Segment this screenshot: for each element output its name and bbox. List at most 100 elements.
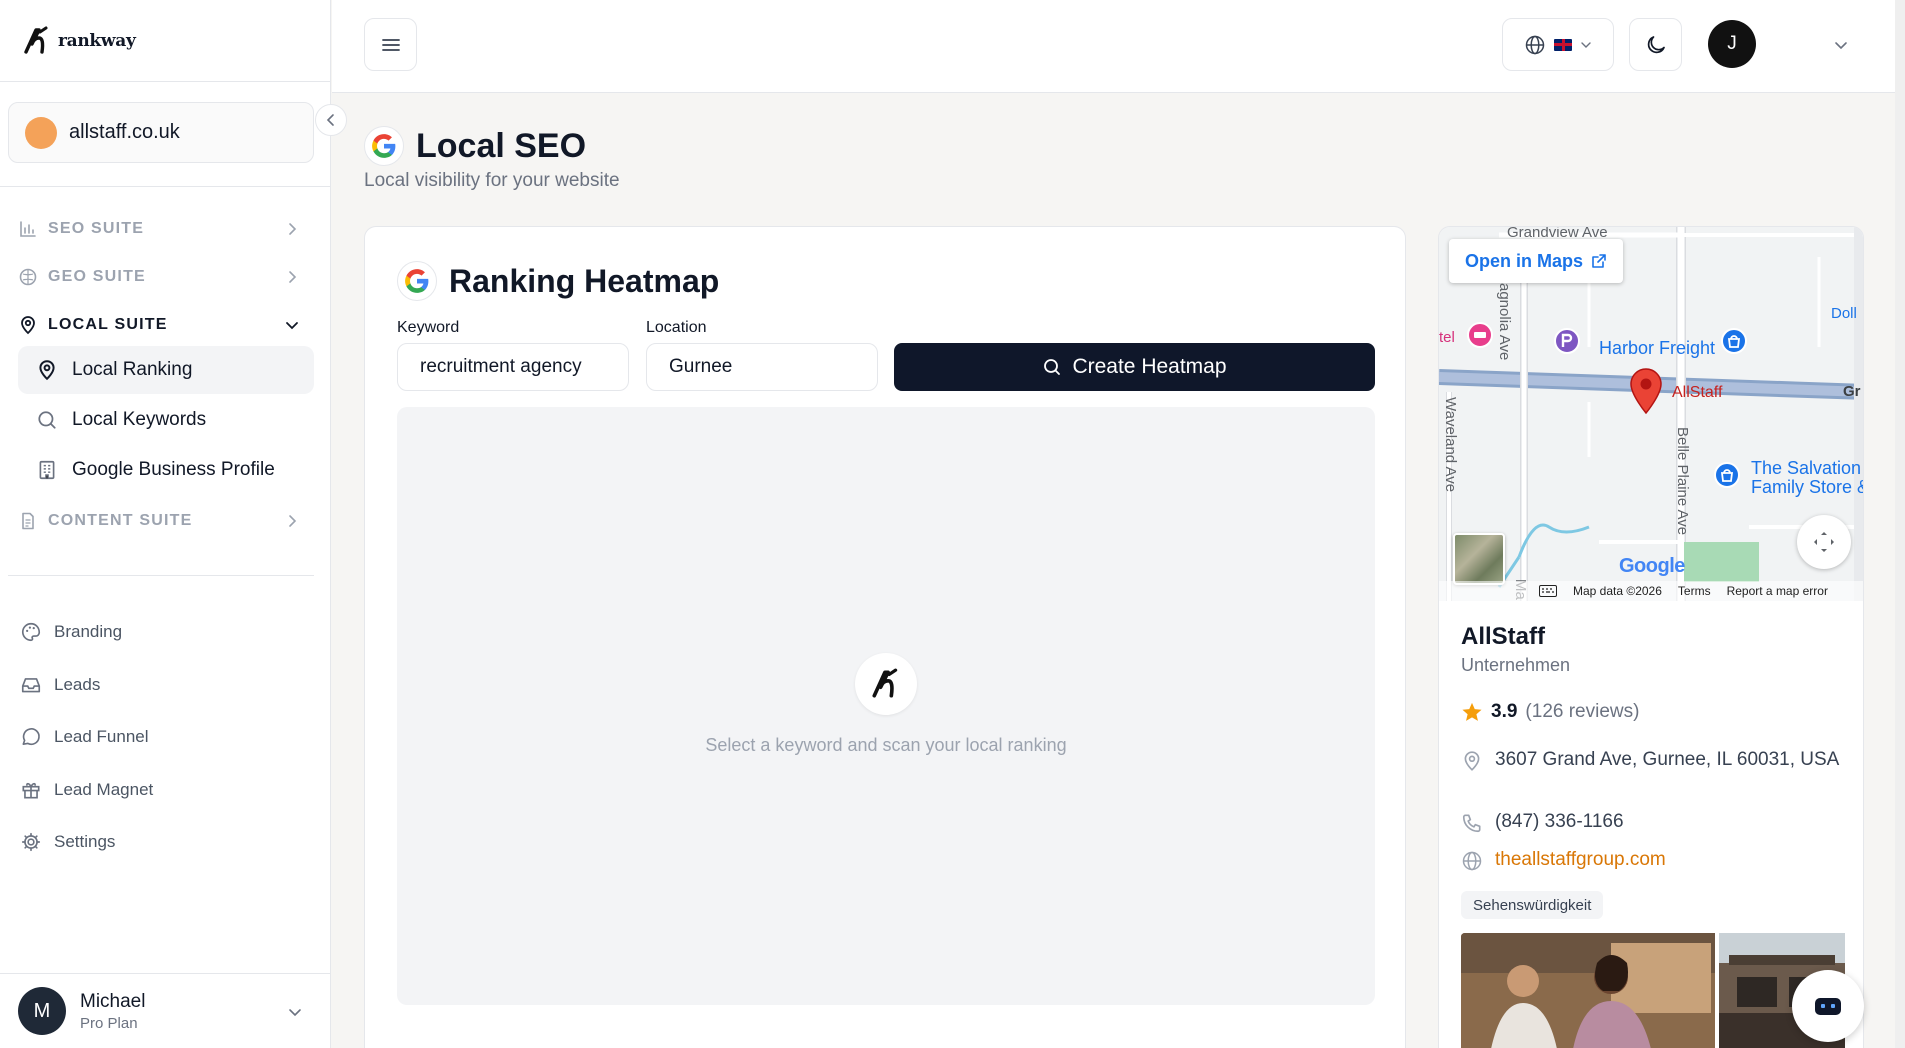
photo-people — [1461, 933, 1715, 1048]
nav-group-label: LOCAL SUITE — [48, 316, 168, 333]
globe-icon — [1525, 35, 1545, 54]
chat-widget-button[interactable] — [1792, 970, 1864, 1042]
keyboard-icon[interactable] — [1539, 585, 1557, 597]
empty-state-text: Select a keyword and scan your local ran… — [705, 735, 1067, 755]
map-street-label: tel — [1439, 329, 1455, 346]
divider — [0, 186, 331, 187]
shopping-pin-icon — [1714, 462, 1740, 488]
chevron-right-icon — [289, 271, 297, 283]
location-pin-icon — [1630, 368, 1662, 415]
search-icon — [38, 411, 56, 429]
google-icon — [364, 126, 404, 166]
card-title: Ranking Heatmap — [449, 262, 720, 299]
search-icon — [1044, 359, 1061, 375]
sidebar-item-label: Local Keywords — [72, 409, 207, 430]
collapse-sidebar-button[interactable] — [315, 104, 347, 136]
sidebar-item-local-keywords[interactable]: Local Keywords — [18, 396, 314, 444]
inbox-icon — [21, 678, 41, 693]
uk-flag-icon — [1554, 38, 1572, 51]
sidebar: rankway allstaff.co.uk SEO SUITE GEO SUI… — [0, 0, 331, 1048]
sidebar-item-label: Local Ranking — [72, 359, 193, 380]
nav-group-label: SEO SUITE — [48, 220, 145, 237]
menu-button[interactable] — [364, 18, 417, 71]
sidebar-item-label: Lead Magnet — [54, 780, 154, 799]
map-report-link[interactable]: Report a map error — [1727, 584, 1828, 598]
sidebar-item-branding[interactable]: Branding — [20, 617, 122, 647]
business-photo[interactable] — [1461, 933, 1715, 1048]
sidebar-item-google-business-profile[interactable]: Google Business Profile — [18, 446, 314, 494]
map-poi-label: Family Store & — [1751, 477, 1864, 497]
sidebar-item-lead-funnel[interactable]: Lead Funnel — [20, 722, 149, 752]
sidebar-item-leads[interactable]: Leads — [20, 670, 100, 700]
google-icon — [397, 261, 437, 301]
sidebar-item-label: Leads — [54, 675, 101, 694]
sidebar-item-lead-magnet[interactable]: Lead Magnet — [20, 775, 153, 805]
sidebar-item-settings[interactable]: Settings — [20, 827, 115, 857]
language-selector[interactable] — [1502, 18, 1614, 71]
user-menu[interactable]: M Michael Pro Plan — [0, 973, 331, 1048]
nav-group-label: GEO SUITE — [48, 268, 146, 285]
open-in-maps-button[interactable]: Open in Maps — [1449, 239, 1624, 283]
scrollbar[interactable] — [1895, 0, 1905, 1048]
sidebar-item-local-ranking[interactable]: Local Ranking — [18, 346, 314, 394]
business-website[interactable]: theallstaffgroup.com — [1461, 847, 1841, 873]
nav-group-content-suite[interactable]: CONTENT SUITE — [18, 506, 300, 536]
map-pin-icon — [39, 360, 55, 381]
page-subtitle: Local visibility for your website — [364, 170, 620, 191]
globe-icon — [1462, 851, 1482, 871]
avatar[interactable]: J — [1708, 20, 1756, 68]
satellite-toggle[interactable] — [1453, 533, 1505, 585]
gift-icon — [22, 782, 40, 799]
top-bar: J — [332, 0, 1895, 93]
review-count: (126 reviews) — [1525, 701, 1640, 722]
map-pin-icon — [21, 316, 35, 335]
map-street-label: Waveland Ave — [1442, 397, 1459, 493]
brand-logo[interactable]: rankway — [0, 0, 330, 82]
building-icon — [39, 460, 55, 480]
chevron-left-icon — [326, 114, 334, 126]
map-terms-link[interactable]: Terms — [1678, 584, 1711, 598]
chevron-right-icon — [289, 515, 297, 527]
page-header: Local SEO — [364, 126, 586, 166]
map-embed[interactable]: Open in Maps Grandview Ave agnolia Ave W… — [1439, 227, 1864, 601]
nav-group-local-suite[interactable]: LOCAL SUITE — [18, 310, 300, 340]
brand-name: rankway — [58, 30, 136, 51]
map-street-label: Grandview Ave — [1507, 227, 1608, 241]
location-input[interactable] — [646, 343, 878, 391]
create-heatmap-button[interactable]: Create Heatmap — [894, 343, 1375, 391]
chevron-down-icon[interactable] — [1832, 36, 1850, 54]
heatmap-empty-state: Select a keyword and scan your local ran… — [397, 407, 1375, 1005]
hamburger-icon — [381, 38, 400, 51]
rankway-logo-icon — [24, 26, 48, 54]
business-name: AllStaff — [1461, 623, 1545, 650]
user-name: Michael — [80, 990, 146, 1012]
divider — [8, 575, 314, 576]
business-category: Unternehmen — [1461, 655, 1571, 675]
business-rating: 3.9 (126 reviews) — [1461, 701, 1639, 723]
keyword-label: Keyword — [397, 319, 460, 336]
chevron-down-icon — [1581, 41, 1591, 48]
open-in-maps-label: Open in Maps — [1465, 250, 1584, 271]
document-icon — [22, 512, 34, 530]
site-name: allstaff.co.uk — [69, 121, 180, 143]
sidebar-item-label: Settings — [54, 832, 116, 851]
business-phone[interactable]: (847) 336-1166 — [1461, 809, 1841, 835]
site-selector[interactable]: allstaff.co.uk — [8, 102, 314, 163]
card-header: Ranking Heatmap — [397, 261, 719, 301]
nav-group-geo-suite[interactable]: GEO SUITE — [18, 262, 300, 292]
moon-icon — [1647, 35, 1665, 53]
website-link[interactable]: theallstaffgroup.com — [1495, 847, 1666, 873]
theme-toggle-button[interactable] — [1629, 18, 1682, 71]
palette-icon — [22, 622, 41, 642]
map-street-label: Doll — [1831, 305, 1857, 322]
business-address: 3607 Grand Ave, Gurnee, IL 60031, USA — [1461, 747, 1841, 773]
user-plan: Pro Plan — [80, 1014, 138, 1032]
chat-icon — [22, 728, 40, 746]
map-fullscreen-button[interactable] — [1797, 515, 1851, 569]
nav-group-seo-suite[interactable]: SEO SUITE — [18, 214, 300, 244]
google-watermark: Google — [1619, 555, 1685, 577]
site-avatar — [25, 116, 57, 149]
keyword-input[interactable] — [397, 343, 629, 391]
hotel-pin-icon — [1467, 322, 1493, 348]
bar-chart-icon — [20, 221, 36, 237]
